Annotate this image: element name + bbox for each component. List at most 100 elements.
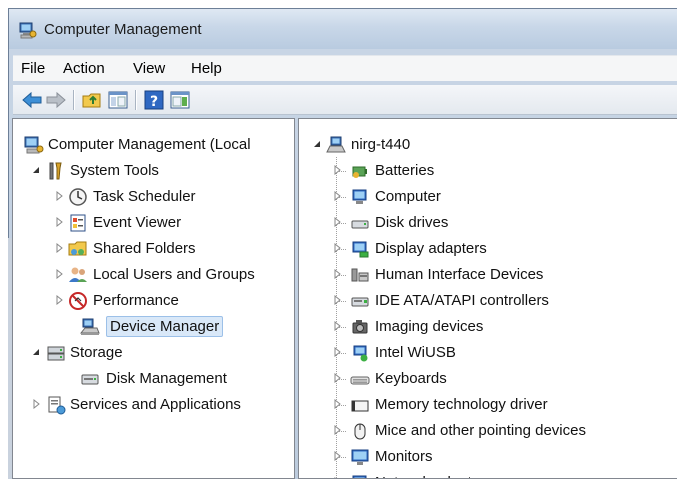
device-tree-pane[interactable]: nirg-t440 Batteries Computer Disk drives Di… — [298, 118, 677, 479]
keyboard-icon — [350, 376, 370, 385]
tree-item-label: System Tools — [70, 162, 159, 179]
tree-item-system-tools[interactable]: System Tools — [13, 159, 294, 183]
device-category-display-adapters[interactable]: Display adapters — [299, 237, 677, 261]
tree-item-label: Disk Management — [106, 370, 227, 387]
menu-action[interactable]: Action — [63, 60, 105, 77]
tree-item-local-users-and-groups[interactable]: Local Users and Groups — [13, 263, 294, 287]
help-icon[interactable]: ? — [143, 89, 165, 111]
disk-management-icon — [81, 374, 99, 385]
collapsed-triangle-icon[interactable] — [54, 191, 64, 201]
device-root-label: nirg-t440 — [351, 136, 411, 153]
device-category-disk-drives[interactable]: Disk drives — [299, 211, 677, 235]
network-adapter-icon — [352, 475, 367, 478]
menu-view[interactable]: View — [133, 60, 165, 77]
tree-item-label: Event Viewer — [93, 214, 182, 231]
menu-help[interactable]: Help — [191, 60, 222, 77]
device-category-label: Keyboards — [375, 370, 447, 387]
collapsed-triangle-icon[interactable] — [54, 217, 64, 227]
monitor-icon — [351, 449, 369, 465]
show-hide-console-tree-icon[interactable] — [107, 89, 129, 111]
collapsed-triangle-icon[interactable] — [332, 165, 342, 175]
expanded-triangle-icon[interactable] — [31, 165, 41, 175]
device-category-memory-technology-driver[interactable]: Memory technology driver — [299, 393, 677, 417]
shared-folders-icon — [68, 241, 87, 256]
device-category-label: Display adapters — [375, 240, 487, 257]
device-category-human-interface-devices[interactable]: Human Interface Devices — [299, 263, 677, 287]
tree-item-label: Computer Management (Local — [48, 136, 251, 153]
back-arrow-icon[interactable] — [21, 89, 43, 111]
ide-controller-icon — [351, 297, 369, 307]
collapsed-triangle-icon[interactable] — [332, 191, 342, 201]
device-category-network-adapters[interactable]: Network adapters — [299, 471, 677, 478]
menu-bar: File Action View Help — [13, 55, 677, 81]
device-category-label: Imaging devices — [375, 318, 484, 335]
tree-item-device-manager[interactable]: Device Manager — [13, 315, 294, 339]
device-category-imaging-devices[interactable]: Imaging devices — [299, 315, 677, 339]
collapsed-triangle-icon[interactable] — [332, 425, 342, 435]
tree-item-label: Task Scheduler — [93, 188, 196, 205]
computer-icon — [352, 189, 367, 204]
show-hide-action-pane-icon[interactable] — [169, 89, 191, 111]
up-folder-icon[interactable] — [81, 89, 103, 111]
tree-item-label: Local Users and Groups — [93, 266, 255, 283]
console-tree-pane[interactable]: Computer Management (Local System Tools … — [12, 118, 295, 479]
device-category-label: Memory technology driver — [375, 396, 548, 413]
toolbar-separator — [73, 90, 74, 110]
expanded-triangle-icon[interactable] — [312, 139, 322, 149]
computer-root-icon — [326, 136, 346, 153]
device-category-label: Human Interface Devices — [375, 266, 544, 283]
tree-item-storage[interactable]: Storage — [13, 341, 294, 365]
tree-item-shared-folders[interactable]: Shared Folders — [13, 237, 294, 261]
tree-item-label: Performance — [93, 292, 179, 309]
collapsed-triangle-icon[interactable] — [332, 243, 342, 253]
expanded-triangle-icon[interactable] — [31, 347, 41, 357]
device-category-mice-and-other-pointing-devices[interactable]: Mice and other pointing devices — [299, 419, 677, 443]
collapsed-triangle-icon[interactable] — [54, 295, 64, 305]
collapsed-triangle-icon[interactable] — [332, 347, 342, 357]
collapsed-triangle-icon[interactable] — [332, 295, 342, 305]
collapsed-triangle-icon[interactable] — [332, 451, 342, 461]
collapsed-triangle-icon[interactable] — [332, 373, 342, 383]
tree-item-event-viewer[interactable]: Event Viewer — [13, 211, 294, 235]
device-category-batteries[interactable]: Batteries — [299, 159, 677, 183]
title-bar[interactable]: Computer Management — [9, 9, 677, 49]
collapsed-triangle-icon[interactable] — [332, 399, 342, 409]
device-category-keyboards[interactable]: Keyboards — [299, 367, 677, 391]
tree-item-computer-management[interactable]: Computer Management (Local — [13, 133, 294, 157]
collapsed-triangle-icon[interactable] — [332, 269, 342, 279]
camera-icon — [352, 320, 368, 334]
mouse-icon — [354, 423, 366, 440]
tree-item-label: Device Manager — [106, 316, 224, 337]
local-users-icon — [69, 267, 87, 282]
battery-icon — [352, 166, 367, 178]
hid-icon — [351, 268, 369, 282]
tree-item-disk-management[interactable]: Disk Management — [13, 367, 294, 391]
disk-drive-icon — [351, 220, 369, 229]
collapsed-triangle-icon[interactable] — [54, 269, 64, 279]
device-category-monitors[interactable]: Monitors — [299, 445, 677, 469]
storage-icon — [47, 346, 65, 361]
device-category-label: Computer — [375, 188, 441, 205]
tree-item-performance[interactable]: Performance — [13, 289, 294, 313]
device-category-label: Disk drives — [375, 214, 449, 231]
device-category-ide-ata-atapi-controllers[interactable]: IDE ATA/ATAPI controllers — [299, 289, 677, 313]
device-manager-icon — [80, 318, 100, 335]
collapsed-triangle-icon[interactable] — [54, 243, 64, 253]
device-category-label: Intel WiUSB — [375, 344, 456, 361]
forward-arrow-icon[interactable] — [45, 89, 67, 111]
device-root-nirg-t440[interactable]: nirg-t440 — [299, 133, 677, 157]
menu-file[interactable]: File — [21, 60, 45, 77]
device-category-computer[interactable]: Computer — [299, 185, 677, 209]
device-category-label: Network adapters — [375, 474, 493, 478]
services-applications-icon — [48, 396, 66, 415]
tree-item-label: Shared Folders — [93, 240, 196, 257]
tree-item-task-scheduler[interactable]: Task Scheduler — [13, 185, 294, 209]
device-category-label: Monitors — [375, 448, 433, 465]
device-category-intel-wiusb[interactable]: Intel WiUSB — [299, 341, 677, 365]
performance-icon — [69, 292, 87, 310]
collapsed-triangle-icon[interactable] — [31, 399, 41, 409]
tree-item-services-and-applications[interactable]: Services and Applications — [13, 393, 294, 417]
collapsed-triangle-icon[interactable] — [332, 321, 342, 331]
device-category-label: Mice and other pointing devices — [375, 422, 586, 439]
collapsed-triangle-icon[interactable] — [332, 217, 342, 227]
